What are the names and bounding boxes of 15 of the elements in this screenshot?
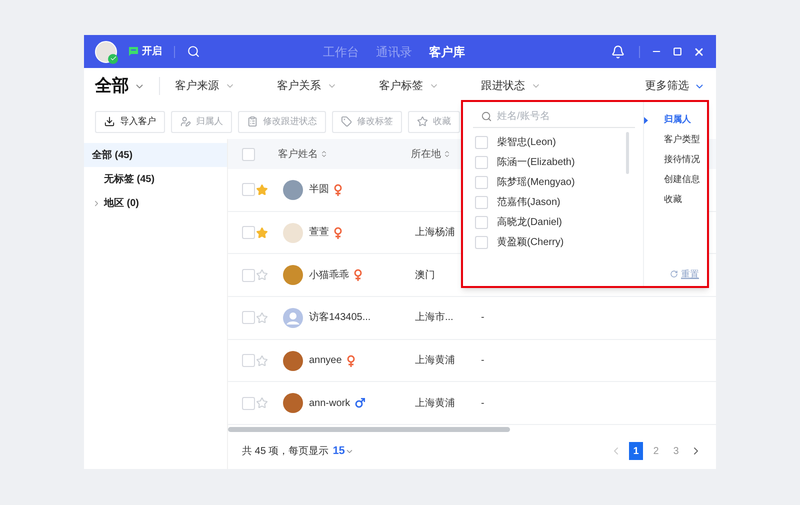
customer-name: 小猫乖乖 <box>309 268 349 283</box>
customer-name: ann-work <box>309 396 350 411</box>
location-cell-text: 上海黄浦 <box>415 354 456 368</box>
location-cell-text: 澳门 <box>415 268 436 283</box>
location-cell-text: 上海市... <box>415 310 454 326</box>
location-cell-text: 上海黄浦 <box>415 396 456 411</box>
table-cell-text: - <box>481 396 484 411</box>
table-cell-text: - <box>481 311 484 326</box>
location-cell-text: 上海杨浦 <box>415 226 456 240</box>
customer-name: 半圆 <box>309 182 329 198</box>
pagination-summary: 共 45 项，每页显示 <box>242 444 329 459</box>
customer-name: annyee <box>309 354 342 368</box>
customer-name: 萱萱 <box>309 226 329 240</box>
table-cell-text: - <box>481 354 484 368</box>
customer-name: 访客143405... <box>309 310 371 326</box>
